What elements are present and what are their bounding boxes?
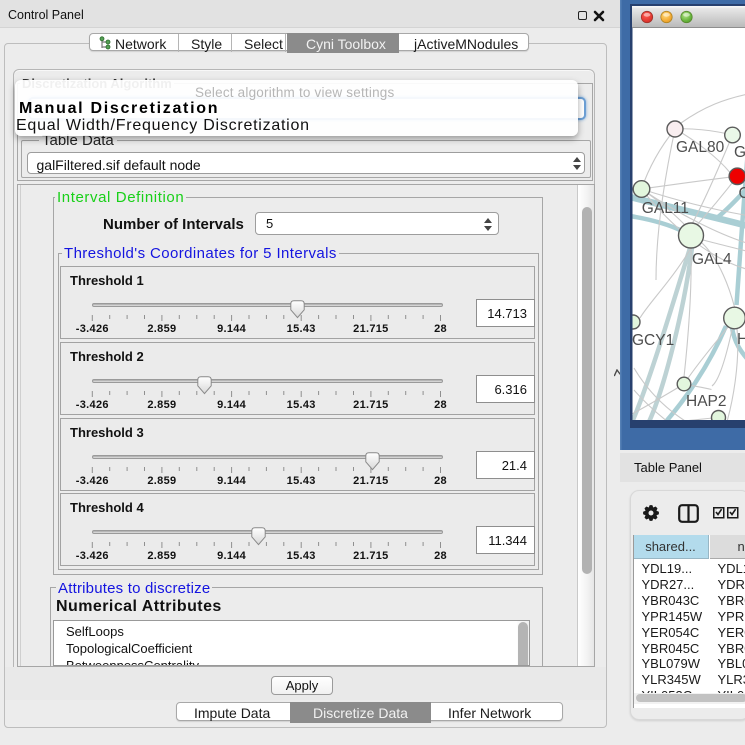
svg-text:GAL11: GAL11 <box>642 200 689 217</box>
svg-text:GA: GA <box>734 144 745 161</box>
svg-text:HAP2: HAP2 <box>686 393 727 410</box>
svg-text:GCY1: GCY1 <box>632 332 674 349</box>
svg-text:GAL80: GAL80 <box>676 139 725 156</box>
svg-text:H: H <box>737 331 745 348</box>
svg-text:C: C <box>739 185 745 202</box>
svg-text:GAL4: GAL4 <box>692 251 732 268</box>
